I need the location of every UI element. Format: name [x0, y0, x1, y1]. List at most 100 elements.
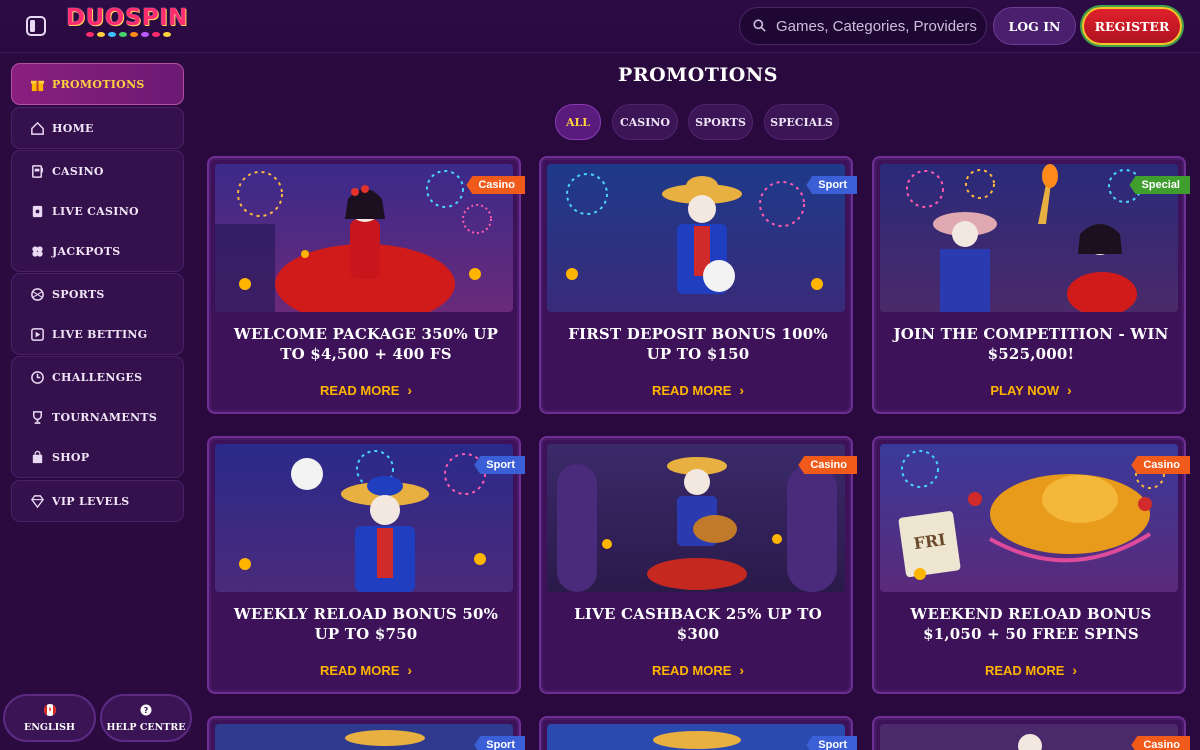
chevron-right-icon: ›: [407, 662, 413, 678]
cta-label: READ MORE: [319, 663, 400, 678]
login-button[interactable]: LOG IN: [993, 7, 1076, 45]
gift-icon: [30, 77, 45, 92]
category-badge: Casino: [1131, 456, 1190, 474]
logo-decoration: [86, 32, 184, 37]
challenges-icon: [30, 370, 45, 385]
slot-machine-icon: [30, 164, 45, 179]
sidebar-item-label: SHOP: [52, 450, 90, 464]
read-more-link[interactable]: READ MORE ›: [541, 382, 855, 398]
sidebar: PROMOTIONS HOME CASINO LIVE CASINO JACKP…: [0, 54, 194, 750]
promo-card[interactable]: Casino LIVE CASHBACK 25% UP TO $300 READ…: [539, 436, 857, 694]
sidebar-toggle-icon[interactable]: [24, 14, 48, 38]
promo-card[interactable]: Special JOIN THE COMPETITION - WIN $525,…: [872, 156, 1190, 414]
page-title: PROMOTIONS: [618, 64, 778, 86]
sidebar-item-sports[interactable]: SPORTS: [12, 274, 183, 314]
category-badge: Special: [1129, 176, 1190, 194]
register-button[interactable]: REGISTER: [1082, 7, 1182, 45]
play-now-link[interactable]: PLAY NOW ›: [874, 382, 1188, 398]
nav-group-rewards: CHALLENGES TOURNAMENTS SHOP: [11, 356, 184, 478]
language-button[interactable]: ENGLISH: [3, 694, 96, 742]
category-badge: Sport: [806, 736, 857, 750]
search-input[interactable]: [776, 17, 981, 35]
category-badge: Sport: [474, 736, 525, 750]
promo-title: WEEKLY RELOAD BONUS 50% UP TO $750: [233, 605, 499, 643]
category-badge: Casino: [466, 176, 525, 194]
chevron-right-icon: ›: [407, 382, 413, 398]
cta-label: PLAY NOW: [990, 383, 1059, 398]
play-icon: [30, 327, 45, 342]
nav-group-promotions: PROMOTIONS: [11, 63, 184, 105]
category-badge: Sport: [806, 176, 857, 194]
live-cards-icon: [30, 204, 45, 219]
chevron-right-icon: ›: [739, 662, 745, 678]
filter-sports[interactable]: SPORTS: [688, 104, 753, 140]
promo-title: WELCOME PACKAGE 350% UP TO $4,500 + 400 …: [233, 325, 499, 363]
sidebar-item-home[interactable]: HOME: [12, 108, 183, 148]
search-bar[interactable]: [739, 7, 987, 45]
diamond-icon: [30, 494, 45, 509]
cta-label: READ MORE: [651, 663, 732, 678]
sidebar-item-casino[interactable]: CASINO: [12, 151, 183, 191]
trophy-icon: [30, 410, 45, 425]
filter-specials[interactable]: SPECIALS: [764, 104, 839, 140]
svg-text:?: ?: [144, 706, 149, 715]
help-icon: ?: [140, 704, 152, 719]
read-more-link[interactable]: READ MORE ›: [874, 662, 1188, 678]
sidebar-item-vip-levels[interactable]: VIP LEVELS: [12, 481, 183, 521]
promo-title: WEEKEND RELOAD BONUS $1,050 + 50 FREE SP…: [910, 605, 1152, 643]
promo-title: FIRST DEPOSIT BONUS 100% UP TO $150: [568, 325, 828, 363]
sidebar-item-live-casino[interactable]: LIVE CASINO: [12, 191, 183, 231]
sidebar-item-label: JACKPOTS: [52, 244, 121, 258]
promo-card[interactable]: FRI Casino WEEKEND RELOAD BONUS $1,050 +…: [872, 436, 1190, 694]
promo-image: [547, 164, 845, 312]
sidebar-item-label: TOURNAMENTS: [52, 410, 158, 424]
home-icon: [30, 121, 45, 136]
cta-label: READ MORE: [984, 663, 1065, 678]
sidebar-item-shop[interactable]: SHOP: [12, 437, 183, 477]
sidebar-item-label: SPORTS: [52, 287, 105, 301]
promo-card[interactable]: Sport FIRST DEPOSIT BONUS 100% UP TO $15…: [539, 156, 857, 414]
help-centre-button[interactable]: ? HELP CENTRE: [100, 694, 192, 742]
promo-card[interactable]: Casino: [872, 716, 1190, 750]
filter-all[interactable]: ALL: [555, 104, 601, 140]
category-badge: Casino: [1131, 736, 1190, 750]
ball-icon: [30, 287, 45, 302]
logo-text: DUOSPIN: [66, 5, 189, 31]
read-more-link[interactable]: READ MORE ›: [209, 382, 523, 398]
promo-title: JOIN THE COMPETITION - WIN $525,000!: [893, 325, 1169, 363]
promo-card[interactable]: Sport: [539, 716, 857, 750]
sidebar-item-label: LIVE BETTING: [52, 327, 148, 341]
category-badge: Casino: [798, 456, 857, 474]
chevron-right-icon: ›: [739, 382, 745, 398]
nav-group-casino: CASINO LIVE CASINO JACKPOTS: [11, 150, 184, 272]
nav-group-sports: SPORTS LIVE BETTING: [11, 273, 184, 355]
search-icon: [753, 17, 766, 36]
canada-flag-icon: [43, 703, 56, 719]
category-badge: Sport: [474, 456, 525, 474]
promo-card[interactable]: Sport WEEKLY RELOAD BONUS 50% UP TO $750…: [207, 436, 525, 694]
promo-card[interactable]: Sport: [207, 716, 525, 750]
read-more-link[interactable]: READ MORE ›: [541, 662, 855, 678]
sidebar-item-promotions[interactable]: PROMOTIONS: [12, 64, 183, 104]
sidebar-item-label: CASINO: [52, 164, 104, 178]
filter-casino[interactable]: CASINO: [612, 104, 678, 140]
shop-bag-icon: [30, 450, 45, 465]
sidebar-item-jackpots[interactable]: JACKPOTS: [12, 231, 183, 271]
chevron-right-icon: ›: [1072, 662, 1078, 678]
cta-label: READ MORE: [651, 383, 732, 398]
promo-image: [215, 444, 513, 592]
sidebar-item-challenges[interactable]: CHALLENGES: [12, 357, 183, 397]
top-header: DUOSPIN LOG IN REGISTER: [0, 0, 1200, 53]
nav-group-home: HOME: [11, 107, 184, 149]
sidebar-item-label: LIVE CASINO: [52, 204, 139, 218]
sidebar-item-label: PROMOTIONS: [52, 77, 145, 91]
cta-label: READ MORE: [319, 383, 400, 398]
duospin-logo[interactable]: DUOSPIN: [66, 5, 189, 42]
clover-icon: [30, 244, 45, 259]
chevron-right-icon: ›: [1066, 382, 1072, 398]
sidebar-item-tournaments[interactable]: TOURNAMENTS: [12, 397, 183, 437]
promo-title: LIVE CASHBACK 25% UP TO $300: [574, 605, 822, 643]
promo-card[interactable]: Casino WELCOME PACKAGE 350% UP TO $4,500…: [207, 156, 525, 414]
read-more-link[interactable]: READ MORE ›: [209, 662, 523, 678]
sidebar-item-live-betting[interactable]: LIVE BETTING: [12, 314, 183, 354]
